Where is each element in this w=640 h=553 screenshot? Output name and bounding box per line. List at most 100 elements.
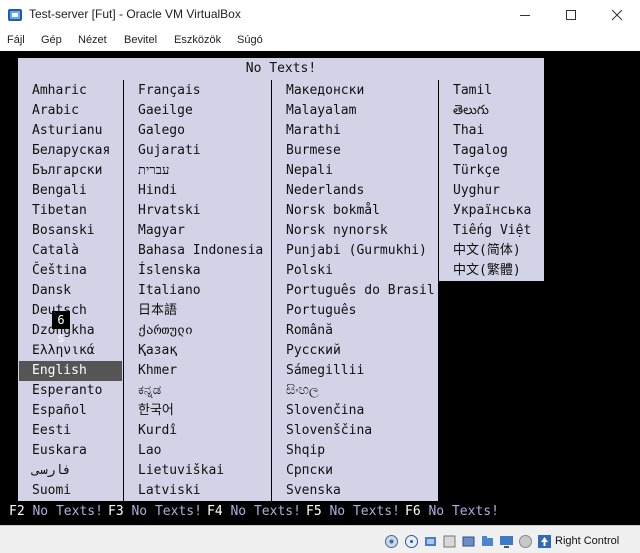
host-key-arrow-icon[interactable] [537,534,552,549]
language-option[interactable]: Uyghur [453,181,500,201]
language-option[interactable]: Bosanski [32,221,95,241]
language-option[interactable]: 中文(简体) [453,241,521,261]
menu-file[interactable]: Fájl [7,34,25,46]
language-option[interactable]: Gujarati [138,141,201,161]
language-option[interactable]: Punjabi (Gurmukhi) [286,241,427,261]
language-option[interactable]: Magyar [138,221,185,241]
language-option[interactable]: Slovenčina [286,401,364,421]
language-option[interactable]: Čeština [32,261,87,281]
language-option[interactable]: Български [32,161,102,181]
language-option[interactable]: Tagalog [453,141,508,161]
language-option[interactable]: 中文(繁體) [453,261,521,281]
video-capture-icon[interactable] [518,534,533,549]
language-option[interactable]: 한국어 [138,401,174,421]
fkey-f4[interactable]: F4 No Texts! [207,503,301,521]
language-option[interactable]: Српски [286,461,333,481]
language-option[interactable]: Polski [286,261,333,281]
language-option[interactable]: Arabic [32,101,79,121]
menu-input[interactable]: Bevitel [124,34,157,46]
language-option[interactable]: Eesti [32,421,71,441]
language-option[interactable]: Nepali [286,161,333,181]
shared-folders-icon[interactable] [480,534,495,549]
language-option[interactable]: Lao [138,441,161,461]
close-button[interactable] [594,0,640,30]
language-option[interactable]: Беларуская [32,141,110,161]
language-option[interactable]: Nederlands [286,181,364,201]
menu-machine[interactable]: Gép [41,34,62,46]
language-option[interactable]: Svenska [286,481,341,501]
language-option[interactable]: Hrvatski [138,201,201,221]
language-option[interactable]: Suomi [32,481,71,501]
language-option[interactable]: සිංහල [286,381,319,401]
vm-display[interactable]: No Texts! Amharic Arabic Asturianu Беларуск… [0,51,640,525]
fkey-f2[interactable]: F2 No Texts! [9,503,103,521]
fkey-f6[interactable]: F6 No Texts! [405,503,499,521]
language-option[interactable]: ಕನ್ನಡ [138,381,161,401]
menu-help[interactable]: Súgó [237,34,263,46]
language-option[interactable]: Euskara [32,441,87,461]
status-bar: Right Control [0,525,640,553]
language-option[interactable]: Türkçe [453,161,500,181]
language-option[interactable]: ქართული [138,321,193,341]
language-option[interactable]: Latviski [138,481,201,501]
language-option[interactable]: English [19,361,122,381]
language-option[interactable]: Română [286,321,333,341]
display-icon[interactable] [499,534,514,549]
language-option[interactable]: Slovenščina [286,421,372,441]
language-option[interactable]: Hindi [138,181,177,201]
language-option[interactable]: Português do Brasil [286,281,435,301]
language-option[interactable]: עברית [138,161,169,181]
language-option[interactable]: Norsk nynorsk [286,221,388,241]
language-option[interactable]: Português [286,301,356,321]
fkey-label: No Texts! [428,504,499,519]
language-option[interactable]: Македонски [286,81,364,101]
language-option[interactable]: Tiếng Việt [453,221,531,241]
language-option[interactable]: Català [32,241,79,261]
language-option[interactable]: Asturianu [32,121,102,141]
language-option[interactable]: Amharic [32,81,87,101]
language-option[interactable]: Lietuviškai [138,461,224,481]
hard-disk-icon[interactable] [384,534,399,549]
optical-drive-icon[interactable] [404,534,419,549]
language-option[interactable]: Italiano [138,281,201,301]
language-option[interactable]: తెలుగు [453,101,489,121]
dialog-title-text: No Texts! [245,61,317,76]
language-option[interactable]: Khmer [138,361,177,381]
audio-icon[interactable] [423,534,438,549]
fkey-f3[interactable]: F3 No Texts! [108,503,202,521]
language-option[interactable]: Bahasa Indonesia [138,241,263,261]
maximize-button[interactable] [548,0,594,30]
language-option[interactable]: Sámegillii [286,361,364,381]
language-option[interactable]: Gaeilge [138,101,193,121]
language-option[interactable]: Galego [138,121,185,141]
language-option[interactable]: Marathi [286,121,341,141]
language-option[interactable]: Malayalam [286,101,356,121]
fkey-f5[interactable]: F5 No Texts! [306,503,400,521]
language-option[interactable]: Français [138,81,201,101]
language-option[interactable]: Русский [286,341,341,361]
language-option[interactable]: Українська [453,201,531,221]
language-option[interactable]: 日本語 [138,301,177,321]
language-column-3: Македонски Malayalam Marathi Burmese Nepali N… [272,80,438,501]
language-option[interactable]: Español [32,401,87,421]
menu-devices[interactable]: Eszközök [174,34,221,46]
fkey-label: No Texts! [230,504,301,519]
language-option[interactable]: Thai [453,121,484,141]
language-option[interactable]: Bengali [32,181,87,201]
network-icon[interactable] [442,534,457,549]
menu-view[interactable]: Nézet [78,34,107,46]
language-option[interactable]: Kurdî [138,421,177,441]
language-option[interactable]: Shqip [286,441,325,461]
language-option[interactable]: Tibetan [32,201,87,221]
language-option[interactable]: Қазақ [138,341,177,361]
language-option[interactable]: Esperanto [32,381,102,401]
language-option[interactable]: Dansk [32,281,71,301]
minimize-button[interactable] [502,0,548,30]
language-option[interactable]: Norsk bokmål [286,201,380,221]
language-option[interactable]: Burmese [286,141,341,161]
usb-icon[interactable] [461,534,476,549]
language-option[interactable]: Tamil [453,81,492,101]
language-option[interactable]: فارسی [32,461,71,481]
language-column-4: Tamil తెలుగు Thai Tagalog Türkçe Uyghur Україн… [439,80,544,281]
language-option[interactable]: Íslenska [138,261,201,281]
